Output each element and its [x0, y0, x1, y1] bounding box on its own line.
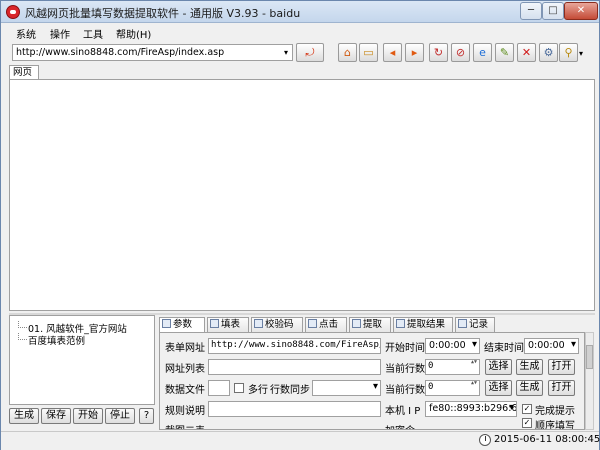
encrypt-label: 加密令	[385, 422, 415, 429]
browser-view[interactable]	[9, 79, 595, 311]
search-icon[interactable]: ⚲	[559, 43, 578, 62]
params-icon	[162, 319, 171, 328]
row-sync-label: 行数同步	[270, 385, 310, 396]
tab-captcha[interactable]: 校验码	[251, 317, 303, 332]
close-button[interactable]: ✕	[564, 2, 598, 20]
settings-icon[interactable]: ⚙	[539, 43, 558, 62]
app-logo-icon	[6, 5, 20, 19]
tab-extract-result[interactable]: 提取结果	[393, 317, 453, 332]
tab-label: 参数	[173, 319, 193, 330]
refresh-icon[interactable]: ↻	[429, 43, 448, 62]
tab-label: 提取结果	[407, 319, 446, 330]
title-bar: 风越网页批量填写数据提取软件 - 通用版 V3.93 - baidu ─ □ ✕	[1, 1, 599, 23]
ie-icon[interactable]: e	[473, 43, 492, 62]
forward-icon[interactable]: ▸	[405, 43, 424, 62]
scrollbar-thumb[interactable]	[586, 345, 593, 369]
form-url-label: 表单网址	[165, 343, 205, 354]
tab-label: 记录	[469, 319, 489, 330]
generate-data-file-button[interactable]: 生成	[516, 380, 543, 396]
local-ip-label: 本机 I P	[385, 406, 421, 417]
tab-fill-form[interactable]: 填表	[207, 317, 249, 332]
help-button[interactable]: ?	[139, 408, 154, 424]
back-icon[interactable]: ◂	[383, 43, 402, 62]
save-button[interactable]: 保存	[41, 408, 71, 424]
local-ip-select[interactable]: fe80::8993:b296:6	[425, 401, 517, 417]
tab-label: 校验码	[265, 319, 294, 330]
start-time-picker[interactable]: 0:00:00	[425, 338, 480, 354]
search-dropdown-icon[interactable]: ▾	[579, 49, 583, 58]
stop-icon[interactable]: ⊘	[451, 43, 470, 62]
go-icon[interactable]: ⤾	[296, 43, 324, 62]
click-icon	[308, 319, 317, 328]
record-icon	[458, 319, 467, 328]
url-list-input[interactable]	[208, 359, 381, 375]
tab-label: 点击	[319, 319, 339, 330]
panel-tabs: 参数 填表 校验码 点击 提取 提取结果 记录	[159, 317, 593, 333]
end-time-label: 结束时间	[484, 343, 524, 354]
menu-operate[interactable]: 操作	[50, 26, 70, 41]
select-data-file-button[interactable]: 选择	[485, 380, 512, 396]
tool-icon[interactable]: ✎	[495, 43, 514, 62]
tab-params[interactable]: 参数	[159, 317, 205, 333]
tab-extract[interactable]: 提取	[349, 317, 391, 332]
multi-row-label: 多行	[248, 385, 268, 396]
delete-icon[interactable]: ✕	[517, 43, 536, 62]
generate-url-list-button[interactable]: 生成	[516, 359, 543, 375]
rule-desc-label: 规则说明	[165, 406, 205, 417]
end-time-picker[interactable]: 0:00:00	[524, 338, 579, 354]
maximize-button[interactable]: □	[542, 2, 564, 20]
multi-row-checkbox[interactable]	[234, 383, 244, 393]
data-file-input[interactable]	[208, 380, 230, 396]
status-time: 2015-06-11 08:00:45	[494, 434, 600, 445]
menu-bar: 系统 操作 工具 帮助(H)	[1, 24, 599, 42]
tab-record[interactable]: 记录	[455, 317, 495, 332]
captcha-icon	[254, 319, 263, 328]
row-sync-select[interactable]	[312, 380, 381, 396]
tab-label: 提取	[363, 319, 383, 330]
task-tree: 01. 风越软件_官方网站 百度填表范例	[9, 315, 155, 405]
url-list-label: 网址列表	[165, 364, 205, 375]
window-title: 风越网页批量填写数据提取软件 - 通用版 V3.93 - baidu	[25, 7, 301, 20]
tab-label: 填表	[221, 319, 241, 330]
tab-click[interactable]: 点击	[305, 317, 347, 332]
start-button[interactable]: 开始	[73, 408, 103, 424]
current-row-label: 当前行数	[385, 364, 425, 375]
url-input[interactable]: http://www.sino8848.com/FireAsp/index.as…	[12, 44, 293, 61]
result-icon	[396, 319, 405, 328]
panel-scrollbar[interactable]	[585, 332, 594, 430]
params-panel: 表单网址 http://www.sino8848.com/FireAsp/ind…	[159, 332, 585, 430]
folder-icon[interactable]: ▭	[359, 43, 378, 62]
url-dropdown-icon[interactable]: ▾	[281, 46, 291, 59]
stop-button[interactable]: 停止	[105, 408, 135, 424]
menu-tools[interactable]: 工具	[83, 26, 103, 41]
tree-item[interactable]: 百度填表范例	[16, 333, 85, 347]
data-file-label: 数据文件	[165, 385, 205, 396]
fill-form-icon	[210, 319, 219, 328]
minimize-button[interactable]: ─	[520, 2, 542, 20]
menu-system[interactable]: 系统	[16, 26, 36, 41]
rule-desc-input[interactable]	[208, 401, 381, 417]
open-data-file-button[interactable]: 打开	[548, 380, 575, 396]
extract-icon	[352, 319, 361, 328]
clock-icon	[479, 434, 491, 446]
complete-tip-checkbox[interactable]: ✓	[522, 404, 532, 414]
menu-help[interactable]: 帮助(H)	[116, 26, 151, 41]
select-url-list-button[interactable]: 选择	[485, 359, 512, 375]
open-url-list-button[interactable]: 打开	[548, 359, 575, 375]
complete-tip-label: 完成提示	[535, 406, 575, 417]
tab-webpage[interactable]: 网页	[9, 65, 39, 79]
generate-button[interactable]: 生成	[9, 408, 39, 424]
start-time-label: 开始时间	[385, 343, 425, 354]
cut-label: 截图二表	[165, 422, 205, 429]
sequential-fill-checkbox[interactable]: ✓	[522, 418, 532, 428]
current-row-label: 当前行数	[385, 385, 425, 396]
home-icon[interactable]: ⌂	[338, 43, 357, 62]
current-row-input[interactable]: 0	[425, 359, 480, 375]
form-url-input[interactable]: http://www.sino8848.com/FireAsp/index	[208, 338, 381, 354]
sequential-fill-label: 顺序填写	[535, 421, 575, 430]
app-window: 风越网页批量填写数据提取软件 - 通用版 V3.93 - baidu ─ □ ✕…	[0, 0, 600, 450]
current-row-input[interactable]: 0	[425, 380, 480, 396]
